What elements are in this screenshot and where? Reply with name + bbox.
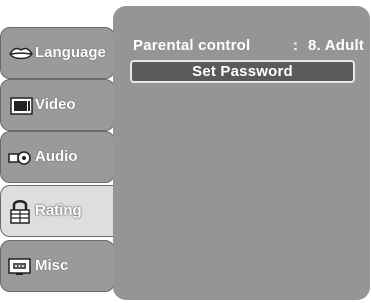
sidebar-item-label: Misc <box>35 257 69 274</box>
sidebar-item-label: Audio <box>35 148 78 165</box>
monitor-icon <box>9 94 35 118</box>
sidebar-item-misc[interactable]: Misc <box>0 240 115 292</box>
sidebar-item-label: Language <box>35 44 106 61</box>
lips-icon <box>8 42 34 66</box>
set-password-button[interactable]: Set Password <box>130 60 355 83</box>
sidebar-item-label: Video <box>35 96 76 113</box>
speaker-icon <box>7 146 33 170</box>
padlock-icon <box>7 197 33 224</box>
sidebar-item-rating[interactable]: Rating <box>0 185 118 237</box>
parental-control-value[interactable]: 8. Adult <box>308 37 364 54</box>
sidebar-item-language[interactable]: Language <box>0 27 115 79</box>
sidebar-item-label: Rating <box>35 202 82 219</box>
sidebar-item-audio[interactable]: Audio <box>0 131 115 183</box>
screen-menu-icon <box>7 255 33 279</box>
parental-control-label: Parental control <box>133 37 251 54</box>
sidebar-item-video[interactable]: Video <box>0 79 115 131</box>
parental-control-row[interactable]: Parental control : 8. Adult <box>133 37 369 59</box>
setting-separator: : <box>293 37 299 54</box>
